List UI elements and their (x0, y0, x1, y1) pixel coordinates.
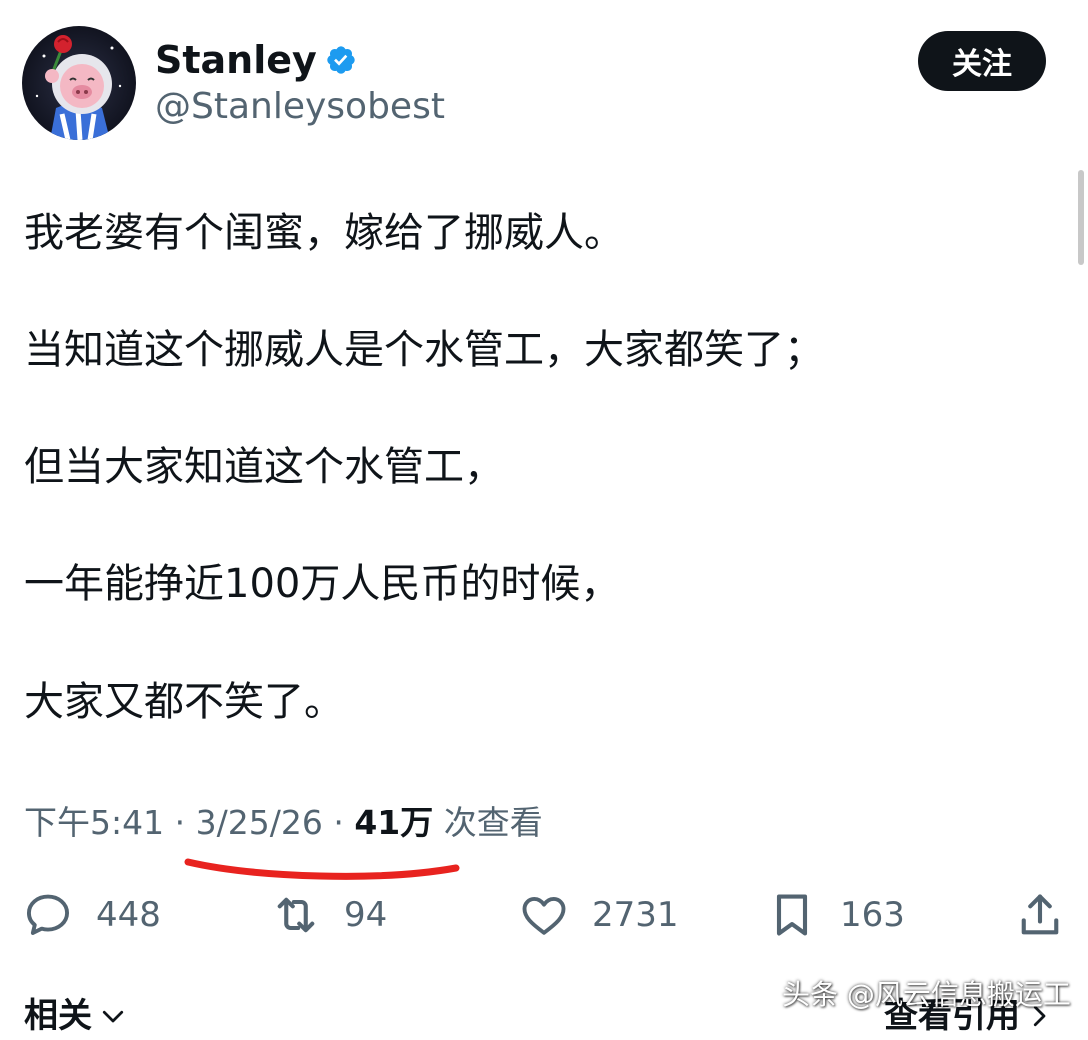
follow-button[interactable]: 关注 (918, 31, 1046, 91)
meta-separator: · (333, 803, 344, 842)
display-name[interactable]: Stanley (155, 36, 357, 84)
tweet-text-line-3: 但当大家知道这个水管工， (24, 444, 504, 490)
reply-count: 448 (96, 895, 161, 935)
like-count: 2731 (592, 895, 679, 935)
bookmark-button[interactable]: 163 (766, 885, 905, 945)
bookmark-icon (776, 894, 808, 936)
verified-badge-icon (327, 46, 355, 74)
retweet-icon (277, 897, 315, 933)
heart-icon (522, 897, 566, 935)
tweet-date[interactable]: 3/25/26 (196, 803, 323, 842)
avatar-image (22, 26, 136, 140)
chevron-down-icon (102, 1010, 124, 1023)
user-handle[interactable]: @Stanleysobest (155, 84, 445, 130)
share-button[interactable] (1014, 885, 1066, 945)
tweet-text-line-5: 大家又都不笑了。 (24, 679, 344, 725)
tweet-text-line-1: 我老婆有个闺蜜，嫁给了挪威人。 (24, 210, 624, 256)
tweet-time[interactable]: 下午5:41 (24, 803, 164, 842)
views-count[interactable]: 41万 (354, 803, 433, 842)
tweet-actions: 448 94 2731 163 (0, 885, 1088, 945)
avatar[interactable] (22, 26, 136, 140)
reply-icon (26, 894, 70, 935)
bookmark-count: 163 (840, 895, 905, 935)
tweet-meta: 下午5:41 · 3/25/26 · 41万 次查看 (24, 800, 543, 846)
source-watermark: 头条 @风云信息搬运工 (782, 978, 1071, 1011)
views-label: 次查看 (443, 803, 543, 842)
display-name-text: Stanley (155, 38, 317, 82)
share-icon (1021, 894, 1059, 935)
tweet-text-line-2: 当知道这个挪威人是个水管工，大家都笑了； (24, 327, 824, 373)
reply-button[interactable]: 448 (22, 885, 161, 945)
scrollbar[interactable] (1078, 170, 1084, 265)
like-button[interactable]: 2731 (518, 885, 679, 945)
tweet-text-line-4: 一年能挣近100万人民币的时候， (24, 561, 621, 607)
meta-separator: · (174, 803, 186, 842)
retweet-count: 94 (344, 895, 388, 935)
retweet-button[interactable]: 94 (270, 885, 387, 945)
